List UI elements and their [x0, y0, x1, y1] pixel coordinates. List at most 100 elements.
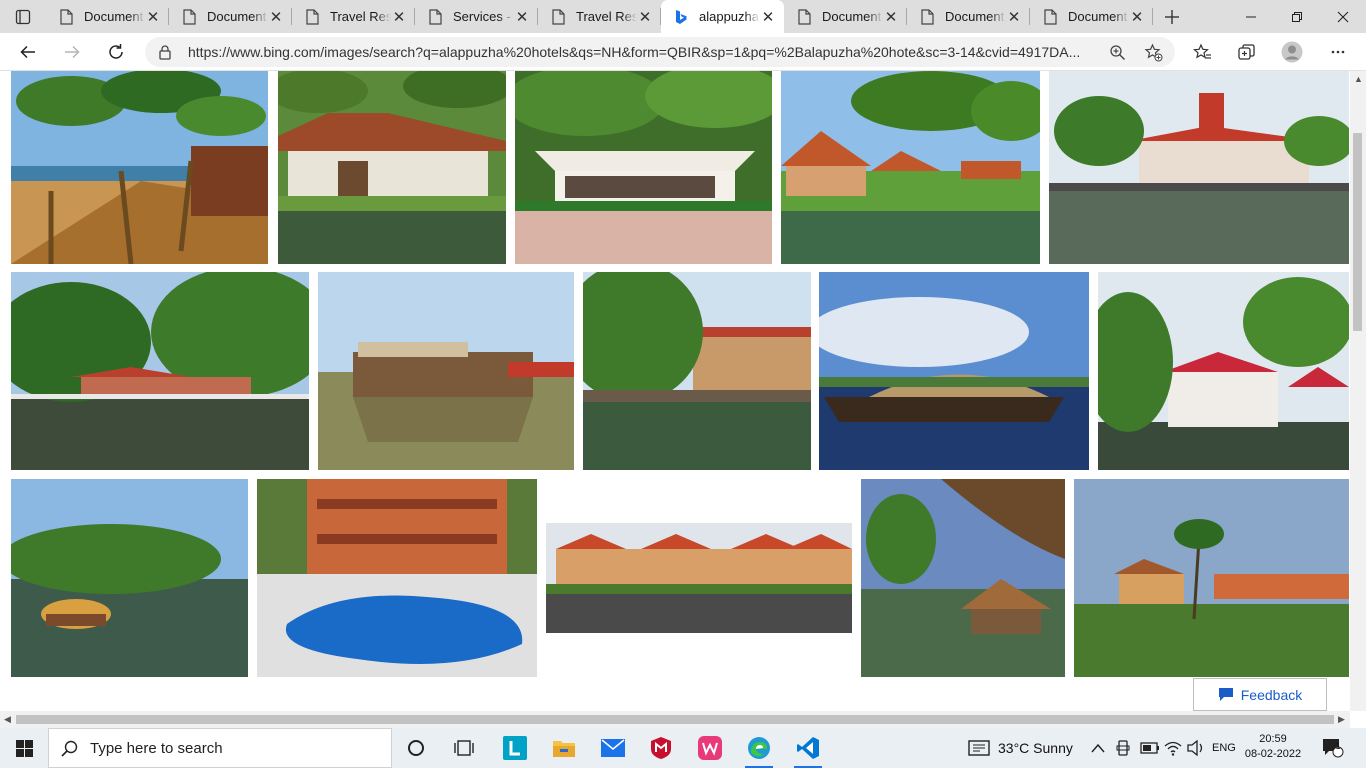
notification-count: 1: [1335, 741, 1341, 751]
image-result[interactable]: [583, 272, 811, 470]
tab-title: Document: [945, 9, 1005, 24]
image-result[interactable]: [781, 71, 1040, 264]
avatar-icon: [1281, 41, 1303, 63]
scroll-right-arrow-icon[interactable]: ▶: [1338, 714, 1345, 725]
image-result[interactable]: [515, 71, 772, 264]
image-result[interactable]: [278, 71, 506, 264]
favorites-button[interactable]: [1191, 41, 1213, 63]
tab-close-icon[interactable]: ✕: [760, 9, 776, 26]
lock-icon[interactable]: [157, 44, 173, 60]
collections-button[interactable]: [1235, 41, 1257, 63]
vertical-scrollbar[interactable]: ▲: [1350, 71, 1366, 711]
scroll-left-arrow-icon[interactable]: ◀: [4, 714, 11, 725]
battery-icon: [1140, 742, 1159, 754]
image-result[interactable]: [1074, 479, 1349, 677]
mail-icon: [601, 739, 625, 757]
tray-app-icon[interactable]: [1116, 728, 1130, 768]
image-result[interactable]: [861, 479, 1065, 677]
weather-widget[interactable]: 33°C Sunny: [968, 728, 1073, 768]
vertical-scroll-thumb[interactable]: [1353, 133, 1362, 331]
tab-close-icon[interactable]: ✕: [145, 9, 161, 26]
l-app-icon: [503, 736, 527, 760]
edge-button[interactable]: [735, 728, 783, 768]
image-result[interactable]: [11, 71, 268, 264]
profile-button[interactable]: [1281, 41, 1303, 63]
minimize-button[interactable]: [1228, 0, 1274, 33]
horizontal-scrollbar[interactable]: ◀ ▶: [0, 711, 1350, 728]
back-button[interactable]: [12, 36, 44, 68]
refresh-button[interactable]: [100, 36, 132, 68]
wps-office-button[interactable]: [686, 728, 734, 768]
image-result[interactable]: [546, 479, 852, 677]
notification-center-button[interactable]: 1: [1322, 728, 1344, 768]
tab-8[interactable]: Document ✕: [907, 0, 1030, 33]
mcafee-button[interactable]: [637, 728, 685, 768]
image-result[interactable]: [11, 272, 309, 470]
tab-7[interactable]: Document ✕: [784, 0, 907, 33]
file-explorer-button[interactable]: [540, 728, 588, 768]
clock[interactable]: 20:59 08-02-2022: [1244, 732, 1302, 762]
zoom-button[interactable]: [1107, 42, 1127, 62]
start-button[interactable]: [0, 728, 48, 768]
clock-time: 20:59: [1259, 733, 1287, 745]
feedback-button[interactable]: Feedback: [1193, 678, 1327, 711]
tab-1[interactable]: Document ✕: [46, 0, 169, 33]
image-result[interactable]: [1098, 272, 1349, 470]
new-tab-button[interactable]: [1156, 0, 1188, 33]
image-result[interactable]: [257, 479, 537, 677]
weather-text: 33°C Sunny: [998, 740, 1073, 756]
tab-close-icon[interactable]: ✕: [1129, 9, 1145, 26]
restore-icon: [1292, 11, 1302, 22]
tab-close-icon[interactable]: ✕: [514, 9, 530, 26]
scroll-up-arrow-icon[interactable]: ▲: [1354, 74, 1363, 84]
image-result[interactable]: [11, 479, 248, 677]
horizontal-scroll-thumb[interactable]: [16, 715, 1334, 724]
tab-close-icon[interactable]: ✕: [391, 9, 407, 26]
address-bar[interactable]: https://www.bing.com/images/search?q=ala…: [145, 37, 1175, 67]
window-controls: [1228, 0, 1366, 33]
tab-close-icon[interactable]: ✕: [637, 9, 653, 26]
task-view-button[interactable]: [440, 728, 488, 768]
tab-title: Document: [822, 9, 882, 24]
tab-5[interactable]: Travel Resp✕: [538, 0, 661, 33]
url-text[interactable]: https://www.bing.com/images/search?q=ala…: [188, 44, 1108, 60]
forward-button[interactable]: [56, 36, 88, 68]
restore-button[interactable]: [1274, 0, 1320, 33]
image-result[interactable]: [819, 272, 1089, 470]
favorites-icon: [1192, 43, 1211, 59]
tab-close-icon[interactable]: ✕: [1006, 9, 1022, 26]
mail-button[interactable]: [589, 728, 637, 768]
tab-6[interactable]: alappuzha ✕: [661, 0, 784, 33]
back-arrow-icon: [20, 45, 35, 59]
tab-9[interactable]: Document ✕: [1030, 0, 1153, 33]
image-result[interactable]: [1049, 71, 1349, 264]
task-view-icon: [454, 740, 474, 756]
tab-actions-button[interactable]: [0, 0, 46, 33]
tab-close-icon[interactable]: ✕: [883, 9, 899, 26]
tab-2[interactable]: Document ✕: [169, 0, 292, 33]
show-hidden-icons-button[interactable]: [1091, 728, 1105, 768]
tab-3[interactable]: Travel Resp✕: [292, 0, 415, 33]
tab-close-icon[interactable]: ✕: [268, 9, 284, 26]
doc-icon: [304, 8, 320, 25]
vscode-icon: [797, 737, 819, 759]
close-window-button[interactable]: [1320, 0, 1366, 33]
vscode-button[interactable]: [784, 728, 832, 768]
volume-button[interactable]: [1187, 728, 1205, 768]
add-favorite-button[interactable]: [1143, 42, 1163, 62]
windows-taskbar: Type here to search 33°C Sunny ENG 20:59…: [0, 728, 1366, 768]
image-result[interactable]: [318, 272, 574, 470]
battery-button[interactable]: [1140, 728, 1160, 768]
network-button[interactable]: [1164, 728, 1182, 768]
taskbar-search-box[interactable]: Type here to search: [48, 728, 392, 768]
l-app-button[interactable]: [491, 728, 539, 768]
language-button[interactable]: ENG: [1212, 728, 1236, 768]
edge-icon: [748, 737, 770, 759]
doc-icon: [58, 8, 74, 25]
settings-more-button[interactable]: [1327, 41, 1349, 63]
doc-icon: [550, 8, 566, 25]
tab-4[interactable]: Services - T✕: [415, 0, 538, 33]
doc-icon: [796, 8, 812, 25]
cortana-button[interactable]: [392, 728, 440, 768]
wifi-icon: [1164, 741, 1182, 756]
